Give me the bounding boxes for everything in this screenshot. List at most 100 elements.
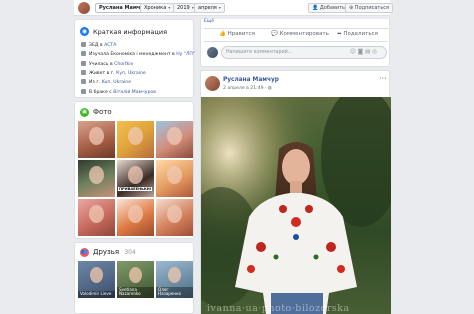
post-author[interactable]: Руслана Мамчур (223, 77, 279, 83)
thumbs-up-icon: 👍 (219, 31, 226, 37)
add-friend-button[interactable]: 👤 Добавить (308, 3, 349, 13)
intro-row-link[interactable]: Віталій Мамчуров (113, 90, 156, 95)
comment-placeholder: Напишите комментарий... (226, 50, 293, 55)
sticker-icon[interactable]: ◎ (372, 49, 379, 55)
intro-row: В браке с Віталій Мамчуров (81, 88, 156, 95)
post-card: Руслана Мамчур 2 апреля в 21:49 · ◍ ··· (200, 70, 391, 314)
friend-name[interactable]: Олег Назаренко (156, 286, 193, 298)
friends-title-row[interactable]: Друзья 304 (93, 248, 136, 256)
profile-topbar: Руслана Мамчур Хроника ▾ 2019 ▾ апреля ▾ 👤 … (74, 0, 394, 16)
friend-photo (168, 267, 181, 283)
intro-row-link[interactable]: Chortkiv (114, 62, 133, 67)
photo-thumbnail[interactable] (78, 160, 115, 197)
photo-thumbnail[interactable] (117, 121, 154, 158)
photo-thumbnail[interactable] (156, 160, 193, 197)
intro-card: ◉ Краткая информация ЗЕД в АСТА Изучала Е… (74, 19, 195, 98)
friend-tile[interactable]: Олег Назаренко (156, 261, 193, 298)
globe-icon: ◍ (267, 86, 272, 91)
see-more-link[interactable]: Ещё (204, 19, 214, 24)
friend-name[interactable]: Svetlana Nazarenko (117, 286, 154, 298)
follow-button[interactable]: ⊕ Подписаться (345, 3, 394, 13)
follow-label: Подписаться (354, 5, 390, 11)
photo-thumbnail[interactable] (78, 121, 115, 158)
photo-thumbnail[interactable] (117, 199, 154, 236)
photo-subject (167, 166, 182, 184)
intro-row: Живет в г. Куп, Ukraine (81, 69, 146, 76)
intro-row-link[interactable]: Ну "ЛП" (176, 52, 195, 57)
divider (204, 41, 388, 42)
info-bullet-icon (81, 69, 86, 75)
rss-icon: ⊕ (349, 5, 354, 11)
intro-row-link[interactable]: АСТА (104, 43, 116, 48)
category-select[interactable]: Хроника ▾ (140, 3, 175, 13)
photo-subject (89, 205, 104, 223)
photos-card: ▣ Фото ПРИВАЕЕНЬКИ! (74, 101, 194, 239)
divider (204, 28, 388, 29)
photo-subject (128, 127, 143, 145)
month-value: апреля (198, 5, 217, 11)
info-bullet-icon (81, 51, 86, 57)
previous-post-footer: Ещё 👍 Нравится 💬 Комментировать ➦ Подели… (200, 19, 390, 67)
friend-name[interactable]: Volodimir Lieve (78, 291, 115, 298)
comment-input[interactable]: Напишите комментарий... ☺◙▤◎ (221, 46, 387, 59)
photos-title[interactable]: Фото (93, 108, 112, 116)
post-meta: 2 апреля в 21:49 · ◍ (223, 86, 272, 91)
share-button[interactable]: ➦ Поделиться (337, 31, 378, 37)
intro-row-text: Училась в (89, 61, 115, 67)
profile-avatar[interactable] (78, 2, 90, 14)
intro-row-link[interactable]: Куп, Ukraine (116, 71, 146, 76)
friends-count: 304 (124, 249, 136, 256)
comment-tools[interactable]: ☺◙▤◎ (350, 49, 379, 55)
intro-row: Училась в Chortkiv (81, 60, 133, 67)
more-options-icon[interactable]: ··· (379, 74, 387, 83)
comment-button[interactable]: 💬 Комментировать (271, 31, 329, 37)
photo-subject (167, 205, 182, 223)
comment-label: Комментировать (279, 31, 329, 37)
friends-icon: 👥 (80, 248, 89, 257)
share-label: Поделиться (343, 31, 378, 37)
photo-subject (89, 127, 104, 145)
intro-title: Краткая информация (93, 28, 167, 36)
intro-row-link[interactable]: Kuп, Ukraine (102, 80, 131, 85)
photo-overlay-text: ПРИВАЕЕНЬКИ! (118, 187, 153, 191)
photo-subject (167, 127, 182, 145)
post-date[interactable]: 2 апреля в 21:49 · (223, 86, 268, 91)
share-icon: ➦ (337, 31, 342, 37)
like-button[interactable]: 👍 Нравится (219, 31, 255, 37)
like-label: Нравится (227, 31, 255, 37)
camera-icon[interactable]: ◙ (358, 49, 365, 55)
author-avatar[interactable] (205, 76, 220, 91)
month-select[interactable]: апреля ▾ (194, 3, 225, 13)
add-user-icon: 👤 (312, 5, 319, 11)
photo-thumbnail[interactable] (156, 199, 193, 236)
photo-watermark: ivanna·ua·photo·bilozorska (207, 303, 350, 314)
photo-subject (128, 205, 143, 223)
intro-row-text: Изучала Економіка і менеджмент в (89, 52, 177, 58)
info-bullet-icon (81, 88, 86, 94)
photo-icon: ▣ (80, 108, 89, 117)
comment-icon: 💬 (271, 31, 278, 37)
friend-photo (90, 267, 103, 283)
photo-subject (128, 166, 143, 184)
photo-thumbnail[interactable]: ПРИВАЕЕНЬКИ! (117, 160, 154, 197)
year-value: 2019 (177, 5, 190, 11)
photo-thumbnail[interactable] (156, 121, 193, 158)
category-value: Хроника (144, 5, 167, 11)
intro-row-text: ЗЕД в (89, 43, 105, 48)
friend-tile[interactable]: Volodimir Lieve (78, 261, 115, 298)
photo-subject (89, 166, 104, 184)
photo-thumbnail[interactable] (78, 199, 115, 236)
add-friend-label: Добавить (319, 5, 345, 11)
intro-row: Изучала Економіка і менеджмент в Ну "ЛП" (81, 51, 195, 57)
commenter-avatar (207, 47, 218, 58)
friend-tile[interactable]: Svetlana Nazarenko (117, 261, 154, 298)
intro-row-text: В браке с (89, 89, 114, 95)
info-bullet-icon (81, 60, 86, 66)
info-bullet-icon (81, 42, 86, 47)
post-photo-art (201, 97, 391, 314)
intro-row-text: Живет в г. (89, 70, 117, 76)
post-photo[interactable]: ivanna·ua·photo·bilozorska (201, 97, 391, 314)
emoji-icon[interactable]: ☺ (350, 49, 358, 55)
intro-row-text: Из г. (89, 80, 102, 86)
intro-row: ЗЕД в АСТА (81, 42, 116, 48)
